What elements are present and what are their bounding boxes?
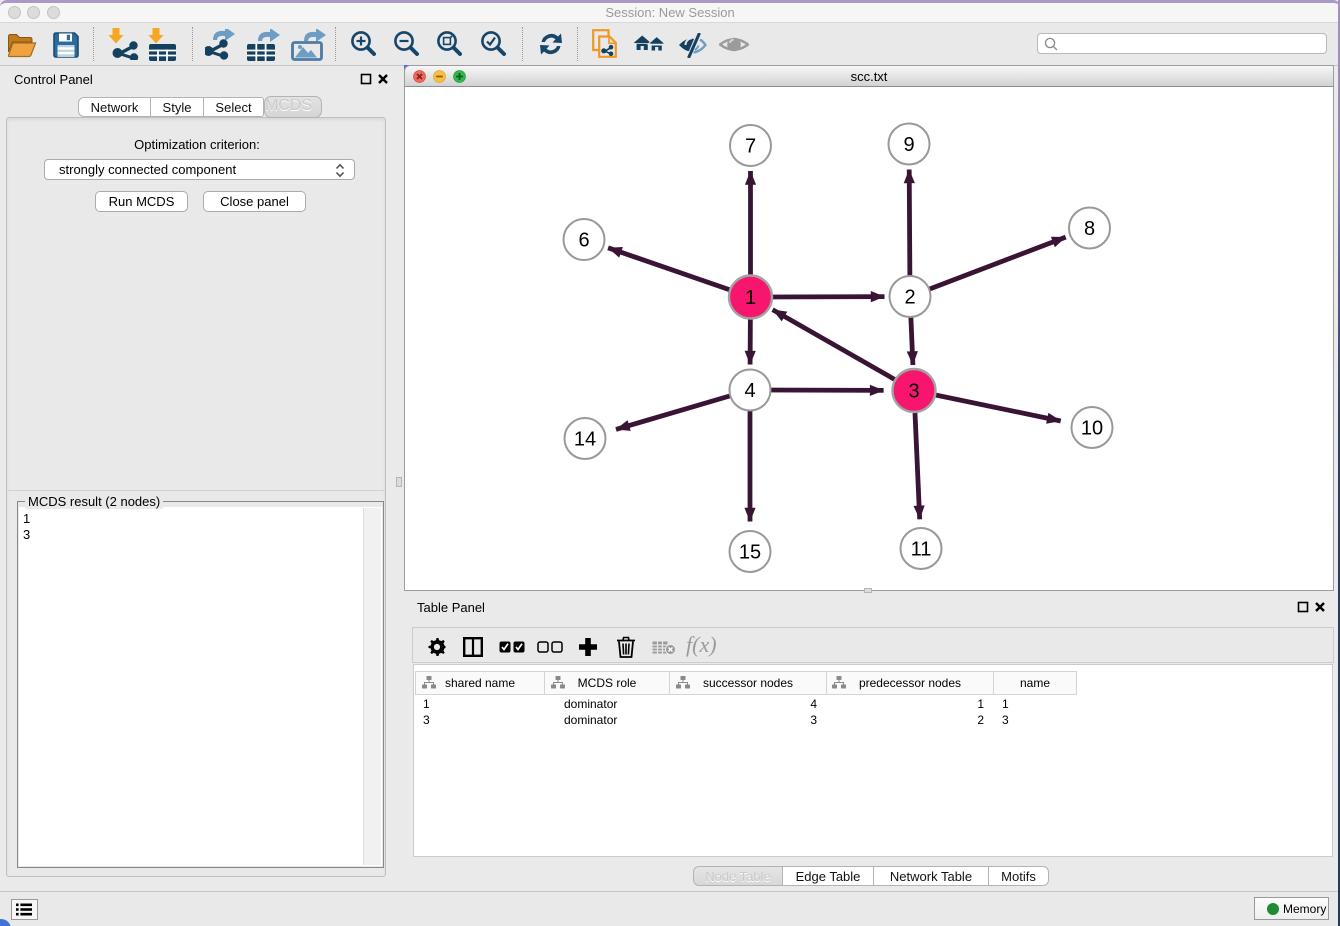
- svg-text:14: 14: [574, 429, 596, 451]
- svg-text:7: 7: [745, 136, 756, 158]
- svg-text:9: 9: [903, 134, 914, 156]
- svg-text:3: 3: [908, 381, 919, 403]
- svg-text:15: 15: [739, 542, 761, 564]
- svg-text:11: 11: [911, 539, 932, 561]
- svg-text:4: 4: [744, 380, 755, 402]
- svg-text:10: 10: [1081, 418, 1103, 440]
- svg-text:1: 1: [745, 287, 756, 309]
- svg-text:8: 8: [1084, 218, 1095, 240]
- svg-text:6: 6: [578, 230, 589, 252]
- svg-text:2: 2: [904, 287, 915, 309]
